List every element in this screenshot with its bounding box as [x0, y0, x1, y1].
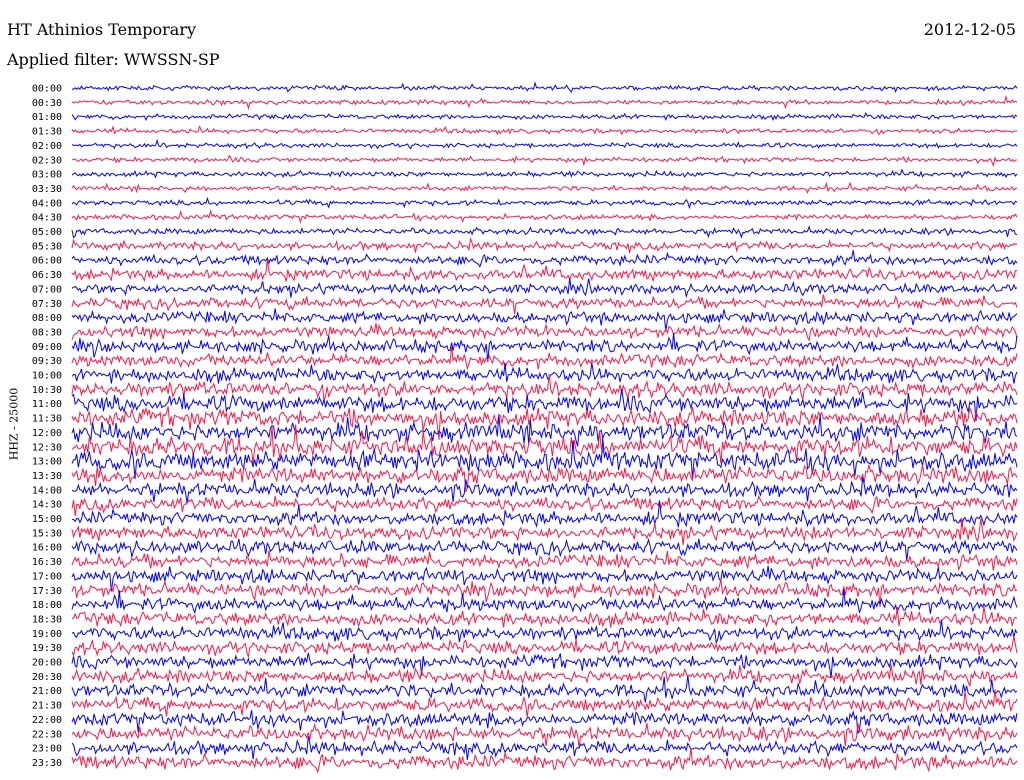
time-label: 12:30 [32, 442, 62, 453]
time-label: 02:00 [32, 141, 62, 152]
time-label: 10:00 [32, 371, 62, 382]
time-label: 16:00 [32, 543, 62, 554]
time-label: 18:30 [32, 614, 62, 625]
time-label: 01:00 [32, 112, 62, 123]
seismic-trace [71, 619, 1018, 645]
seismic-trace [71, 196, 1018, 210]
time-label: 05:00 [32, 227, 62, 238]
time-label: 13:00 [32, 457, 62, 468]
time-label: 13:30 [32, 471, 62, 482]
seismic-trace [71, 345, 1018, 371]
time-label: 12:00 [32, 428, 62, 439]
time-label: 22:00 [32, 715, 62, 726]
time-label: 15:30 [32, 528, 62, 539]
time-label: 06:00 [32, 256, 62, 267]
seismic-trace [71, 308, 1018, 332]
seismic-trace [71, 388, 1018, 422]
seismic-trace [71, 538, 1018, 562]
seismic-trace [71, 736, 1018, 760]
time-labels: 00:00 00:30 01:00 01:30 02:00 02:30 03:00 03:30… [32, 84, 62, 769]
time-label: 08:00 [32, 313, 62, 324]
time-label: 10:30 [32, 385, 62, 396]
seismic-trace [72, 81, 1018, 94]
time-label: 19:00 [32, 629, 62, 640]
seismic-trace [71, 125, 1017, 136]
time-label: 03:30 [32, 184, 62, 195]
time-label: 01:30 [32, 127, 62, 138]
time-label: 19:30 [32, 643, 62, 654]
seismic-trace [71, 181, 1018, 194]
time-label: 06:30 [32, 270, 62, 281]
time-label: 04:30 [32, 213, 62, 224]
seismic-trace [71, 333, 1018, 362]
time-label: 21:30 [32, 701, 62, 712]
time-label: 21:00 [32, 686, 62, 697]
time-label: 05:30 [32, 241, 62, 252]
time-label: 00:00 [32, 84, 62, 95]
seismic-trace [71, 722, 1018, 747]
time-label: 14:00 [32, 485, 62, 496]
time-label: 02:30 [32, 155, 62, 166]
trace-group [71, 81, 1018, 774]
time-label: 23:00 [32, 744, 62, 755]
time-label: 20:30 [32, 672, 62, 683]
time-label: 07:30 [32, 299, 62, 310]
time-label: 22:30 [32, 729, 62, 740]
helicorder-plot: 00:00 00:30 01:00 01:30 02:00 02:30 03:00 03:30… [32, 81, 1018, 774]
seismic-trace [71, 362, 1018, 384]
time-label: 17:30 [32, 586, 62, 597]
time-label: 07:00 [32, 284, 62, 295]
time-label: 18:00 [32, 600, 62, 611]
seismic-trace [71, 94, 1018, 111]
time-label: 03:00 [32, 170, 62, 181]
seismic-trace [71, 323, 1018, 342]
time-label: 11:00 [32, 399, 62, 410]
seismic-trace [71, 168, 1018, 179]
seismic-trace [71, 225, 1018, 239]
time-label: 08:30 [32, 327, 62, 338]
seismic-trace [71, 260, 1017, 283]
time-label: 16:30 [32, 557, 62, 568]
seismic-trace [71, 209, 1018, 224]
time-label: 00:30 [32, 98, 62, 109]
time-label: 14:30 [32, 500, 62, 511]
seismic-trace [71, 294, 1018, 315]
time-label: 11:30 [32, 414, 62, 425]
seismic-trace [71, 236, 1018, 254]
seismic-trace [71, 111, 1018, 122]
seismic-trace [71, 250, 1018, 268]
seismic-trace [71, 675, 1018, 703]
seismic-trace [71, 606, 1018, 628]
seismic-trace [71, 636, 1018, 659]
seismic-trace [71, 138, 1018, 150]
time-label: 23:30 [32, 758, 62, 769]
time-label: 20:00 [32, 658, 62, 669]
seismic-trace [71, 747, 1018, 774]
time-label: 09:00 [32, 342, 62, 353]
time-label: 15:00 [32, 514, 62, 525]
time-label: 17:00 [32, 571, 62, 582]
seismic-trace [71, 154, 1018, 168]
seismic-trace [71, 494, 1018, 516]
seismic-trace [71, 664, 1018, 687]
time-label: 04:00 [32, 198, 62, 209]
seismic-trace [71, 277, 1018, 299]
time-label: 09:30 [32, 356, 62, 367]
